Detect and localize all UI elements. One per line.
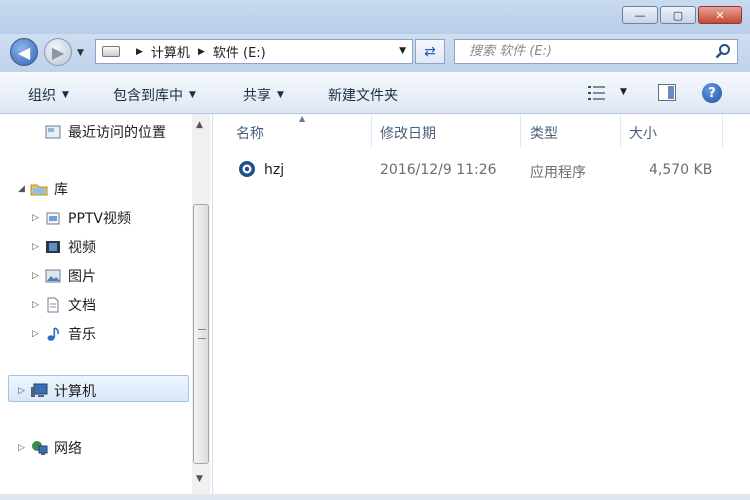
expanded-arrow-icon[interactable]: ◢ — [18, 184, 30, 194]
nav-item-computer[interactable]: ▷ 计算机 — [18, 381, 96, 401]
close-button[interactable]: ✕ — [698, 6, 742, 24]
column-header-modified[interactable]: 修改日期 — [380, 123, 436, 143]
refresh-button[interactable]: ⇄ — [415, 39, 445, 64]
nav-item-recent[interactable]: 最近访问的位置 — [44, 122, 166, 142]
window-controls: — ▢ ✕ — [622, 6, 742, 24]
scroll-grip-icon — [198, 329, 206, 339]
scroll-thumb[interactable] — [193, 204, 209, 464]
include-library-label: 包含到库中 — [113, 88, 183, 104]
nav-item-label: PPTV视频 — [68, 211, 132, 227]
collapsed-arrow-icon[interactable]: ▷ — [32, 213, 44, 223]
breadcrumb: ▶ 计算机 ▶ 软件 (E:) — [128, 42, 266, 61]
nav-item-label: 图片 — [68, 269, 96, 285]
preview-pane-icon[interactable] — [658, 84, 676, 101]
navigation-pane: 最近访问的位置 ◢ 库 ▷ PPTV视频 ▷ 视频 ▷ 图片 ▷ 文档 ▷ 音乐… — [0, 114, 212, 492]
nav-item-network[interactable]: ▷ 网络 — [18, 438, 82, 458]
nav-item-libraries[interactable]: ◢ 库 — [18, 179, 68, 199]
organize-menu[interactable]: 组织 ▼ — [28, 85, 69, 105]
file-name[interactable]: hzj — [264, 162, 284, 178]
nav-item-videos[interactable]: ▷ 视频 — [32, 237, 96, 257]
nav-item-label: 库 — [54, 182, 68, 198]
column-header-type[interactable]: 类型 — [530, 123, 558, 143]
refresh-icon: ⇄ — [424, 43, 436, 60]
scroll-down-arrow-icon[interactable]: ▼ — [196, 474, 203, 484]
minimize-button[interactable]: — — [622, 6, 658, 24]
back-button[interactable]: ◀ — [10, 38, 38, 66]
chevron-down-icon: ▼ — [62, 90, 69, 100]
file-type: 应用程序 — [530, 165, 586, 181]
view-details-icon[interactable] — [588, 85, 608, 101]
help-icon[interactable]: ? — [702, 83, 722, 103]
collapsed-arrow-icon[interactable]: ▷ — [18, 386, 30, 396]
recent-places-icon — [44, 124, 62, 140]
breadcrumb-chevron-icon[interactable]: ▶ — [198, 47, 205, 57]
breadcrumb-computer[interactable]: 计算机 — [151, 42, 190, 61]
network-icon — [30, 440, 48, 456]
library-video-icon — [44, 210, 62, 226]
nav-item-pptv[interactable]: ▷ PPTV视频 — [32, 208, 131, 228]
collapsed-arrow-icon[interactable]: ▷ — [32, 242, 44, 252]
nav-scrollbar[interactable]: ▲ ▼ — [192, 114, 210, 494]
view-dropdown-icon[interactable]: ▼ — [620, 87, 627, 97]
scroll-up-arrow-icon[interactable]: ▲ — [196, 120, 203, 130]
breadcrumb-chevron-icon[interactable]: ▶ — [136, 47, 143, 57]
arrow-right-icon: ▶ — [51, 42, 65, 62]
nav-item-label: 网络 — [54, 441, 82, 457]
file-size: 4,570 KB — [649, 162, 713, 178]
breadcrumb-drive[interactable]: 软件 (E:) — [213, 42, 266, 61]
share-menu[interactable]: 共享 ▼ — [243, 85, 284, 105]
application-icon — [238, 160, 256, 182]
file-list: ▲ 名称 修改日期 类型 大小 hzj 2016/12/9 11:26 应用程序… — [213, 114, 750, 494]
details-pane — [0, 494, 750, 500]
search-input[interactable] — [467, 43, 711, 60]
forward-button[interactable]: ▶ — [44, 38, 72, 66]
drive-icon — [102, 46, 120, 57]
library-folder-icon — [30, 181, 48, 197]
organize-label: 组织 — [28, 88, 56, 104]
arrow-left-icon: ◀ — [17, 42, 31, 62]
collapsed-arrow-icon[interactable]: ▷ — [18, 443, 30, 453]
collapsed-arrow-icon[interactable]: ▷ — [32, 271, 44, 281]
command-bar: 组织 ▼ 包含到库中 ▼ 共享 ▼ 新建文件夹 ▼ ? — [0, 72, 750, 114]
nav-item-documents[interactable]: ▷ 文档 — [32, 295, 96, 315]
column-header-size[interactable]: 大小 — [629, 123, 657, 143]
music-note-icon — [44, 326, 62, 342]
search-box[interactable] — [454, 39, 738, 64]
table-row[interactable]: hzj 2016/12/9 11:26 应用程序 4,570 KB — [213, 156, 750, 184]
picture-icon — [44, 268, 62, 284]
file-modified: 2016/12/9 11:26 — [380, 162, 497, 178]
nav-item-music[interactable]: ▷ 音乐 — [32, 324, 96, 344]
nav-item-label: 最近访问的位置 — [68, 125, 166, 141]
recent-pages-dropdown[interactable]: ▼ — [77, 48, 84, 58]
share-label: 共享 — [243, 88, 271, 104]
nav-item-pictures[interactable]: ▷ 图片 — [32, 266, 96, 286]
address-dropdown-icon[interactable]: ▼ — [399, 46, 406, 56]
column-header-name[interactable]: 名称 — [236, 123, 264, 143]
new-folder-button[interactable]: 新建文件夹 — [328, 85, 398, 105]
chevron-down-icon: ▼ — [189, 90, 196, 100]
address-box[interactable]: ▶ 计算机 ▶ 软件 (E:) ▼ — [95, 39, 413, 64]
title-bar: — ▢ ✕ — [0, 0, 750, 34]
nav-item-label: 视频 — [68, 240, 96, 256]
document-icon — [44, 297, 62, 313]
nav-item-label: 音乐 — [68, 327, 96, 343]
column-divider[interactable] — [722, 114, 723, 148]
computer-icon — [30, 383, 48, 399]
column-divider[interactable] — [371, 114, 372, 148]
column-divider[interactable] — [620, 114, 621, 148]
column-divider[interactable] — [520, 114, 521, 148]
nav-item-label: 文档 — [68, 298, 96, 314]
nav-item-label: 计算机 — [54, 384, 96, 400]
new-folder-label: 新建文件夹 — [328, 88, 398, 104]
collapsed-arrow-icon[interactable]: ▷ — [32, 329, 44, 339]
include-library-menu[interactable]: 包含到库中 ▼ — [113, 85, 196, 105]
collapsed-arrow-icon[interactable]: ▷ — [32, 300, 44, 310]
search-icon[interactable] — [715, 43, 731, 59]
sort-ascending-icon: ▲ — [299, 114, 306, 123]
chevron-down-icon: ▼ — [277, 90, 284, 100]
maximize-button[interactable]: ▢ — [660, 6, 696, 24]
address-bar-area: ◀ ▶ ▼ ▶ 计算机 ▶ 软件 (E:) ▼ ⇄ — [0, 34, 750, 72]
film-icon — [44, 239, 62, 255]
